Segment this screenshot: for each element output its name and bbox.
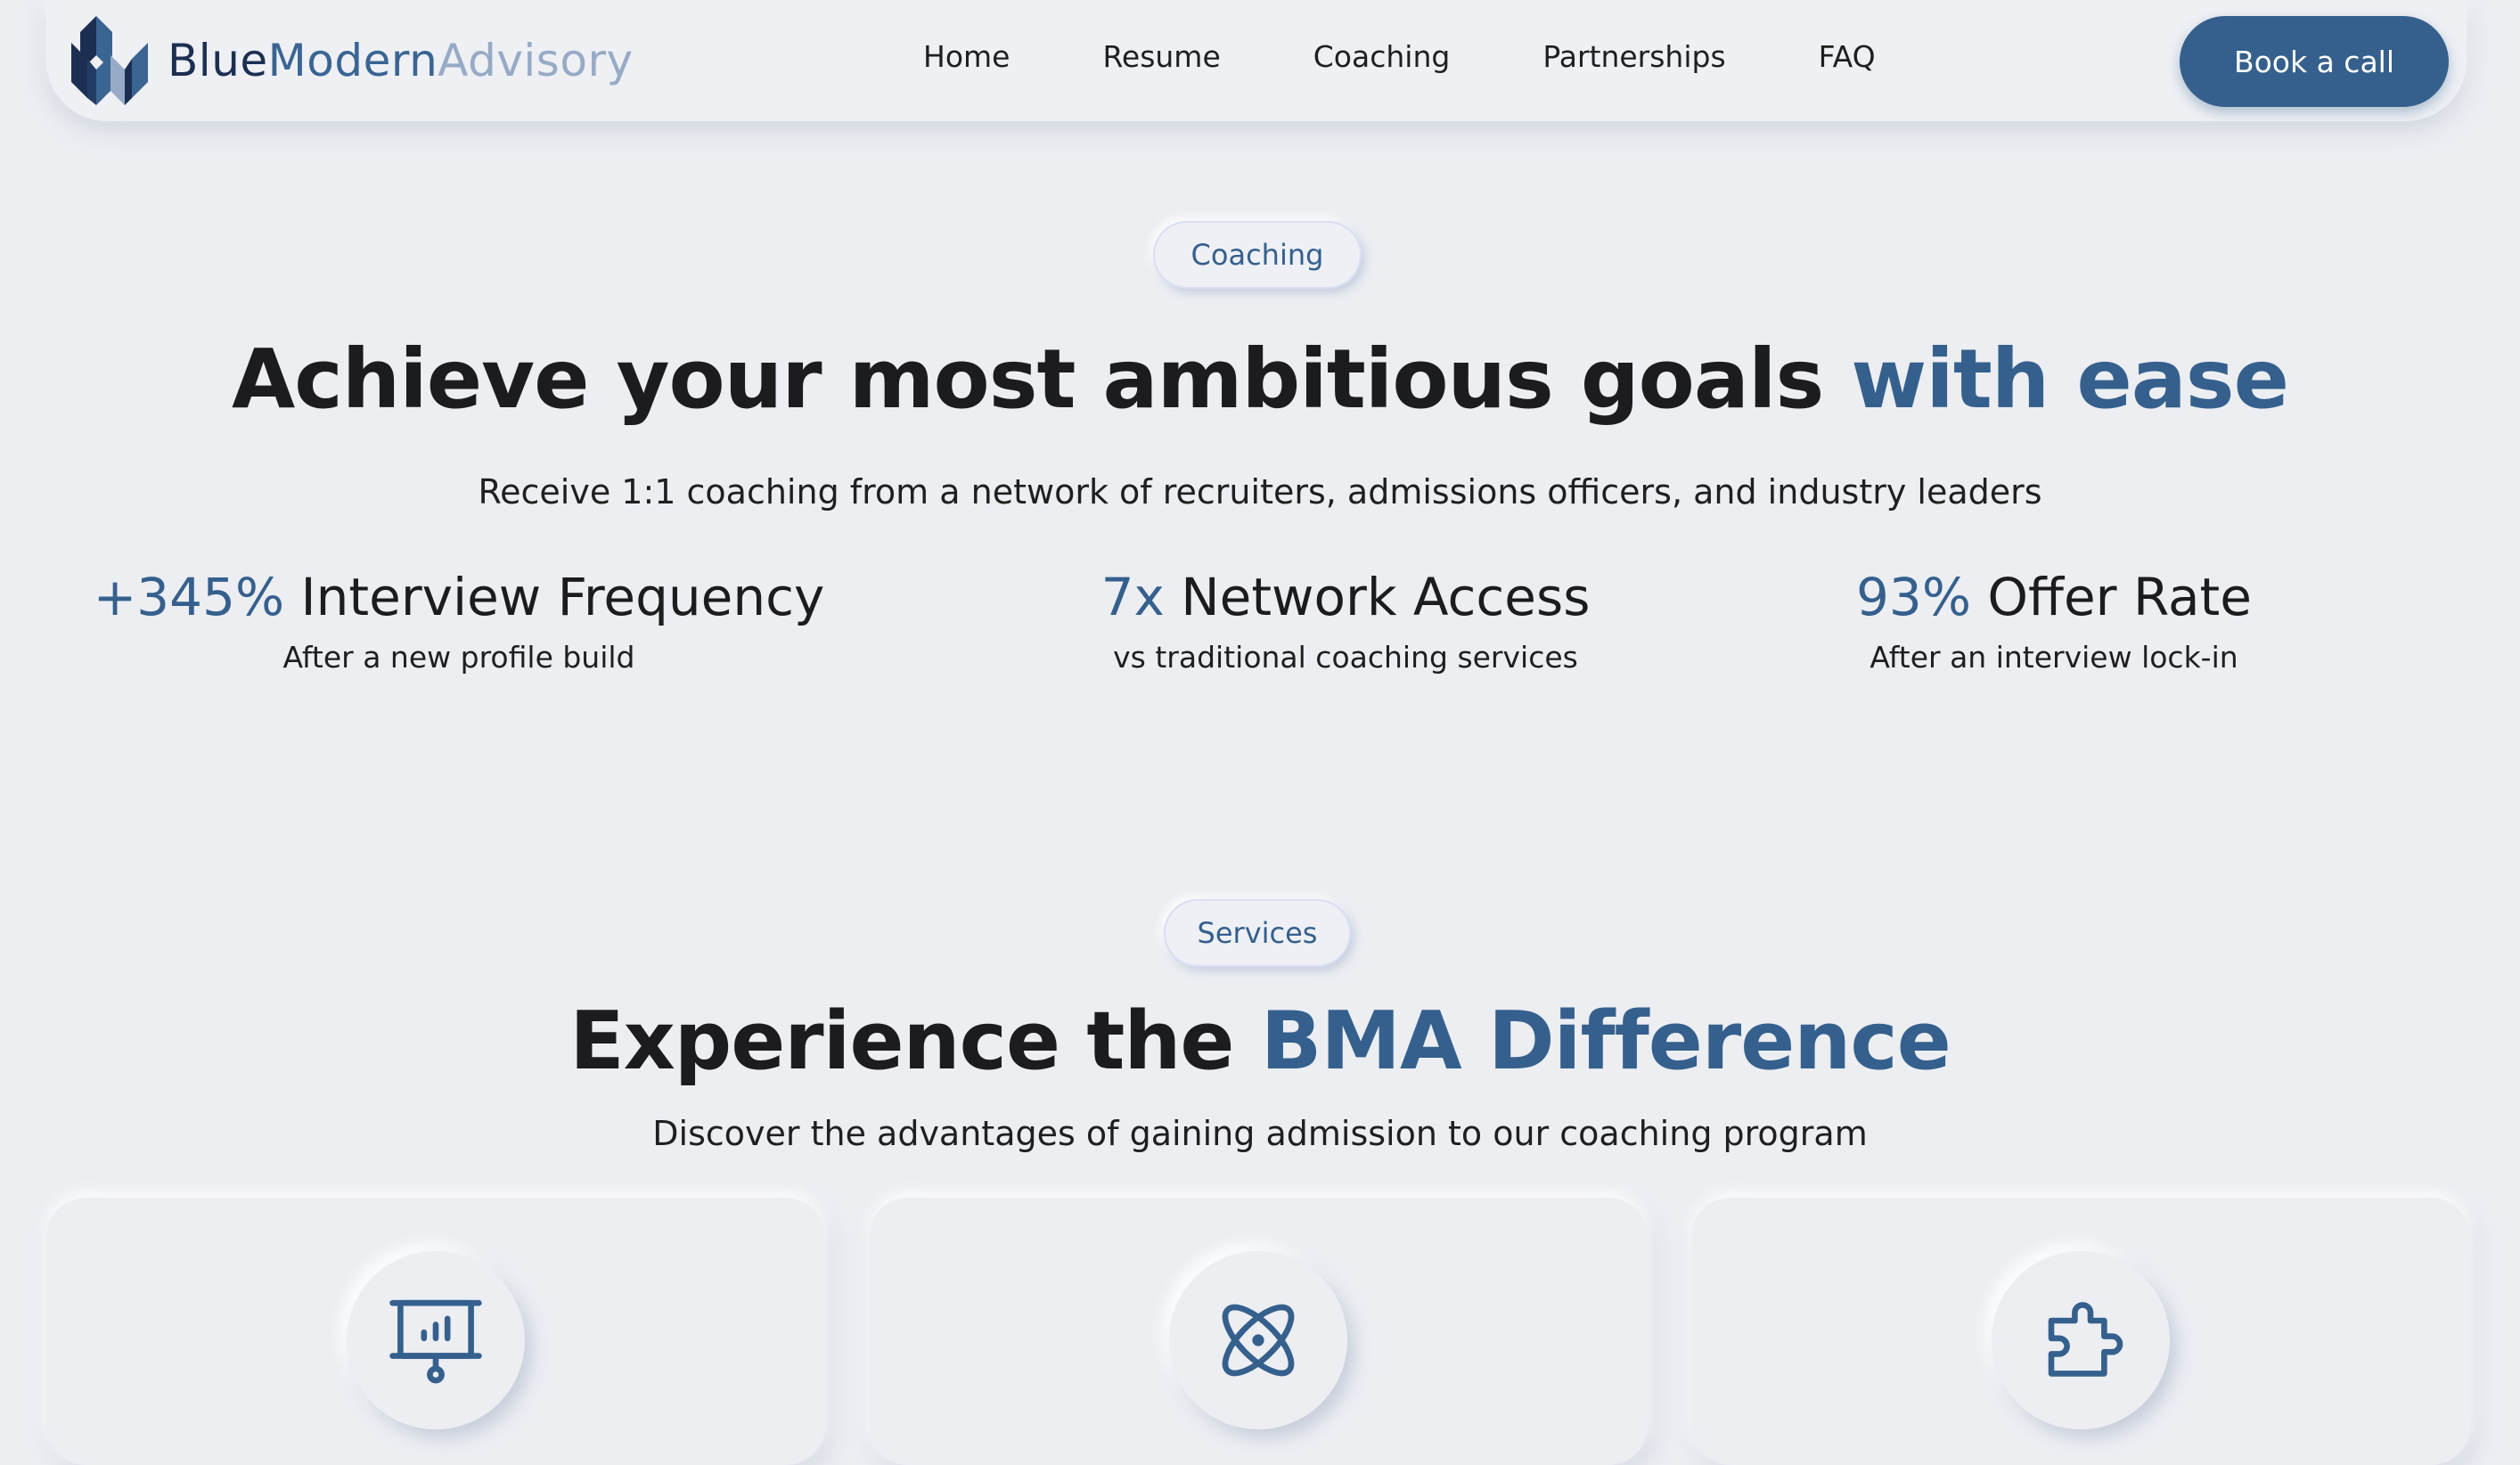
services-subtitle: Discover the advantages of gaining admis… bbox=[652, 1114, 1868, 1153]
stat-network-access: 7x Network Access vs traditional coachin… bbox=[989, 567, 1702, 675]
brand-name: BlueModernAdvisory bbox=[168, 35, 634, 86]
hero-title-main: Achieve your most ambitious goals bbox=[232, 331, 1852, 427]
book-a-call-button[interactable]: Book a call bbox=[2180, 16, 2449, 107]
stat-caption: vs traditional coaching services bbox=[1113, 640, 1578, 675]
puzzle-piece-icon bbox=[2048, 1302, 2123, 1377]
stat-heading: 93% Offer Rate bbox=[1693, 567, 2415, 627]
nav-link-home[interactable]: Home bbox=[923, 39, 1010, 74]
services-title: Experience the BMA Difference bbox=[0, 994, 2520, 1088]
presentation-chart-icon bbox=[389, 1299, 482, 1384]
service-card-icon-badge bbox=[347, 1251, 525, 1429]
nav-link-coaching[interactable]: Coaching bbox=[1313, 39, 1451, 74]
nav-link-partnerships[interactable]: Partnerships bbox=[1542, 39, 1725, 74]
stat-label: Interview Frequency bbox=[284, 567, 825, 627]
stat-offer-rate: 93% Offer Rate After an interview lock-i… bbox=[1693, 567, 2415, 675]
primary-nav: Home Resume Coaching Partnerships FAQ bbox=[923, 39, 1876, 74]
hero-title: Achieve your most ambitious goals with e… bbox=[0, 331, 2520, 427]
logo-mark-icon bbox=[71, 16, 148, 105]
stat-value: +345% bbox=[93, 567, 285, 627]
coaching-section-pill: Coaching bbox=[1153, 221, 1362, 289]
nav-link-resume[interactable]: Resume bbox=[1102, 39, 1220, 74]
service-card bbox=[869, 1198, 1648, 1465]
service-card bbox=[46, 1198, 825, 1465]
service-card-icon-badge bbox=[1169, 1251, 1347, 1429]
hero-title-accent: with ease bbox=[1851, 331, 2289, 427]
stat-value: 7x bbox=[1100, 567, 1165, 627]
brand-logo[interactable]: BlueModernAdvisory bbox=[70, 16, 634, 105]
stat-caption: After a new profile build bbox=[282, 640, 635, 675]
hero-subtitle: Receive 1:1 coaching from a network of r… bbox=[478, 472, 2042, 512]
service-card bbox=[1691, 1198, 2470, 1465]
brand-name-blue: Blue bbox=[168, 35, 268, 86]
stat-heading: +345% Interview Frequency bbox=[89, 567, 829, 627]
stat-interview-frequency: +345% Interview Frequency After a new pr… bbox=[89, 567, 829, 675]
stat-caption: After an interview lock-in bbox=[1870, 640, 2238, 675]
nav-link-faq[interactable]: FAQ bbox=[1819, 39, 1876, 74]
stat-heading: 7x Network Access bbox=[989, 567, 1702, 627]
brand-name-advisory: Advisory bbox=[438, 35, 634, 86]
atom-icon bbox=[1222, 1304, 1295, 1377]
stat-label: Network Access bbox=[1164, 567, 1591, 627]
services-title-accent: BMA Difference bbox=[1260, 994, 1951, 1088]
brand-name-modern: Modern bbox=[267, 35, 438, 86]
top-navbar: BlueModernAdvisory Home Resume Coaching … bbox=[46, 0, 2467, 121]
stat-label: Offer Rate bbox=[1970, 567, 2252, 627]
service-card-icon-badge bbox=[1992, 1251, 2170, 1429]
services-section-pill: Services bbox=[1164, 899, 1351, 967]
services-title-main: Experience the bbox=[569, 994, 1261, 1088]
stat-value: 93% bbox=[1856, 567, 1971, 627]
